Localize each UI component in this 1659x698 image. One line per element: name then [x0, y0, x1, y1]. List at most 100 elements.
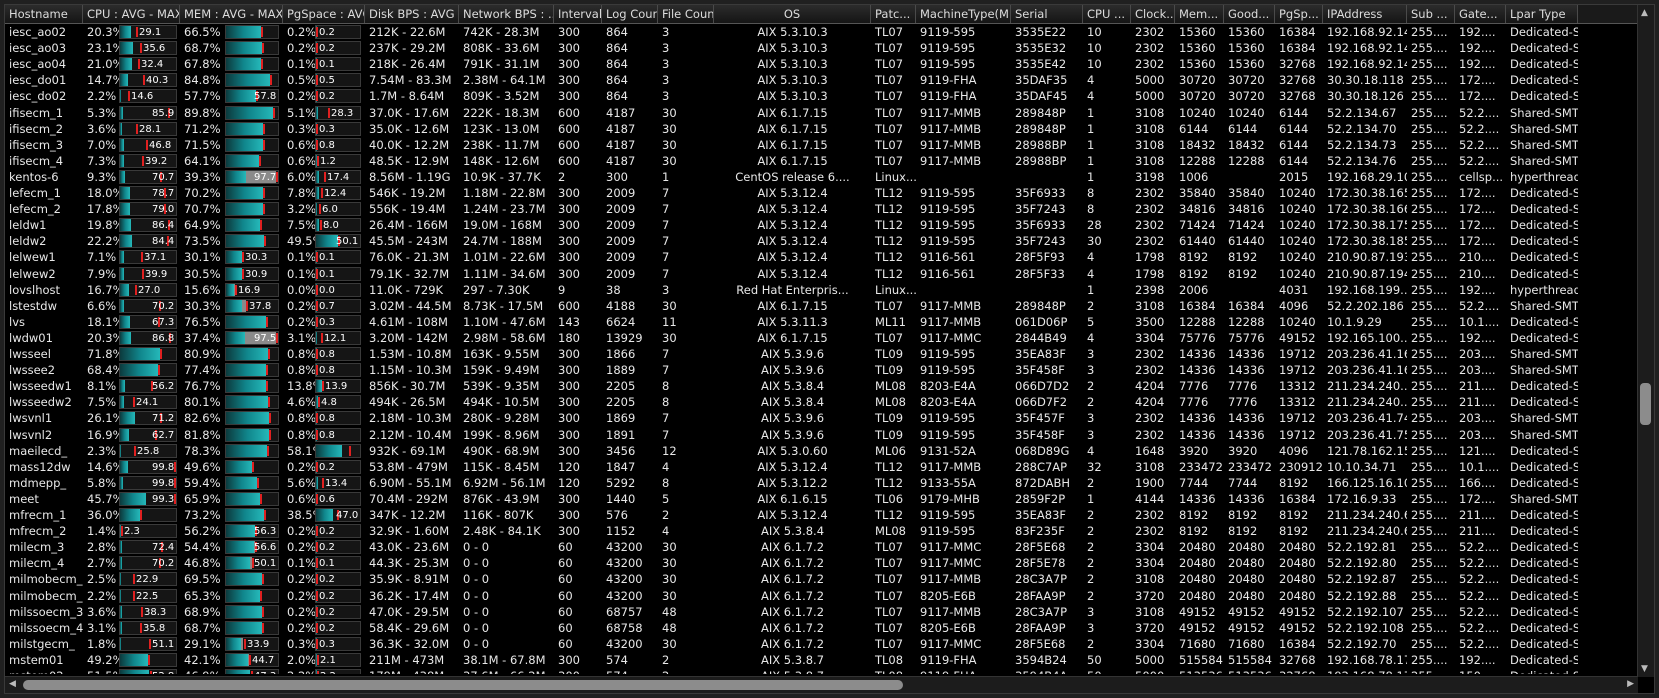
column-header-gate[interactable]: Gate...	[1455, 5, 1506, 23]
column-header-good[interactable]: Good...	[1224, 5, 1275, 23]
cell-clock: 4144	[1135, 492, 1165, 506]
table-row[interactable]: iesc_do02 2.2% 14.6 57.7% 57.8 0.2% 0.2 1.7M - …	[5, 88, 1638, 104]
column-header-sub[interactable]: Sub ...	[1407, 5, 1455, 23]
table-row[interactable]: lelwew1 7.1% 37.1 30.1% 30.3 0.1% 0.1 76.0K - 2…	[5, 249, 1638, 265]
cell-file: 3	[662, 73, 670, 87]
table-row[interactable]: mfrecm_2 1.4% 2.3 56.2% 56.3 0.2% 0.2 32.9K - 1…	[5, 523, 1638, 539]
table-row[interactable]: milecm_4 2.7% 70.2 46.8% 50.1 0.1% 0.1 44.3K - …	[5, 555, 1638, 571]
table-row[interactable]: mstem01 49.2% 42.1% 44.7 2.0% 2.1 211M - 473M 3…	[5, 652, 1638, 668]
cell-lpar: hyperthreads:0	[1510, 170, 1578, 184]
column-header-patch[interactable]: Patc...	[871, 5, 916, 23]
cell-patch: TL06	[875, 492, 904, 506]
table-row[interactable]: maeilecd_ 2.3% 25.8 78.3% 58.1% 932K - 69.1M 4…	[5, 443, 1638, 459]
cell-disk: 43.0K - 23.6M	[369, 540, 450, 554]
cell-int: 600	[558, 122, 580, 136]
column-header-os[interactable]: OS	[714, 5, 871, 23]
horizontal-scrollbar[interactable]: ◀ ▶	[5, 676, 1638, 693]
table-row[interactable]: lwsvnl1 26.1% 71.2 82.6% 0.8% 0.8 2.18M - 10.3…	[5, 410, 1638, 426]
cell-patch: TL07	[875, 331, 904, 345]
table-row[interactable]: meet 45.7% 99.3 65.9% 0.6% 0.6 70.4M - 292M 876…	[5, 491, 1638, 507]
table-row[interactable]: ifisecm_3 7.0% 46.8 71.5% 0.6% 0.8 40.0K - 12.…	[5, 137, 1638, 153]
table-row[interactable]: iesc_ao02 20.3% 29.1 66.5% 0.2% 0.2 212K - 22.…	[5, 24, 1638, 40]
column-header-memt[interactable]: Mem...	[1175, 5, 1224, 23]
cpu-usage-bar: 35.6	[119, 41, 177, 55]
column-header-pgs[interactable]: PgSp...	[1275, 5, 1323, 23]
scroll-up-arrow-icon[interactable]: ▲	[1641, 7, 1648, 19]
server-table-body[interactable]: iesc_ao02 20.3% 29.1 66.5% 0.2% 0.2 212K - 22.…	[5, 24, 1638, 674]
table-row[interactable]: ifisecm_2 3.6% 28.1 71.2% 0.3% 0.3 35.0K - 12.…	[5, 121, 1638, 137]
column-header-net[interactable]: Network BPS : ...	[459, 5, 554, 23]
table-row[interactable]: lwssee2 68.4% 77.4% 0.8% 0.8 1.15M - 10.3M 159…	[5, 362, 1638, 378]
table-row[interactable]: iesc_ao03 23.1% 35.6 68.7% 0.2% 0.2 237K - 29.…	[5, 40, 1638, 56]
column-header-lpar[interactable]: Lpar Type	[1506, 5, 1578, 23]
vertical-scrollbar[interactable]: ▲ ▼	[1637, 5, 1654, 677]
table-row[interactable]: milmobecm_1 2.5% 22.9 69.5% 0.2% 0.2 35.9K - 8…	[5, 571, 1638, 587]
pg-usage-bar: 0.0	[315, 283, 361, 297]
column-header-int[interactable]: Interval	[554, 5, 602, 23]
table-row[interactable]: mfrecm_1 36.0% 73.2% 38.5% 47.0 347K - 12.2M 1…	[5, 507, 1638, 523]
cell-patch: TL09	[875, 363, 904, 377]
table-row[interactable]: mass12dw 14.6% 99.8 49.6% 0.2% 0.2 53.8M - 479…	[5, 459, 1638, 475]
cell-cpun: 3	[1087, 363, 1095, 377]
cell-clock: 3108	[1135, 122, 1165, 136]
column-header-cpu[interactable]: CPU : AVG - MAX	[83, 5, 180, 23]
table-row[interactable]: lvs 18.1% 67.3 76.5% 0.2% 0.3 4.61M - 108M 1.10…	[5, 314, 1638, 330]
table-row[interactable]: leldw1 19.8% 86.4 64.9% 7.5% 8.0 26.4M - 166M 1…	[5, 217, 1638, 233]
column-header-ip[interactable]: IPAddress	[1323, 5, 1407, 23]
column-header-cpun[interactable]: CPU ...	[1083, 5, 1131, 23]
cell-sub: 255....	[1411, 572, 1448, 586]
scroll-down-arrow-icon[interactable]: ▼	[1641, 663, 1648, 675]
pg-max-value: 0.2	[319, 526, 335, 537]
server-monitor-grid-window: Hostname CPU : AVG - MAX MEM : AVG - MAX Pg…	[4, 4, 1655, 694]
pg-usage-bar: 0.1	[315, 250, 361, 264]
column-header-file[interactable]: File Count	[658, 5, 714, 23]
cpu-max-value: 99.8	[152, 462, 175, 473]
column-header-mach[interactable]: MachineType(M...	[916, 5, 1011, 23]
table-row[interactable]: lovslhost 16.7% 27.0 15.6% 16.9 0.0% 0.0 11.0K …	[5, 282, 1638, 298]
column-header-serial[interactable]: Serial	[1011, 5, 1083, 23]
table-row[interactable]: lwsvnl2 16.9% 62.7 81.8% 0.8% 0.8 2.12M - 10.4…	[5, 427, 1638, 443]
table-row[interactable]: lefecm_1 18.0% 78.7 70.2% 7.8% 12.4 546K - 19.…	[5, 185, 1638, 201]
cell-serial: 35EA83F	[1015, 347, 1067, 361]
pg-usage-bar: 0.6	[315, 492, 361, 506]
column-header-host[interactable]: Hostname	[5, 5, 83, 23]
table-row[interactable]: lstestdw 6.6% 70.2 30.3% 37.8 0.2% 0.7 3.02M - …	[5, 298, 1638, 314]
cell-log: 4187	[606, 138, 636, 152]
pg-max-value: 0.2	[319, 574, 335, 585]
column-header-disk[interactable]: Disk BPS : AVG ...	[365, 5, 459, 23]
table-row[interactable]: ifisecm_4 7.3% 39.2 64.1% 0.6% 1.2 48.5K - 12.…	[5, 153, 1638, 169]
scroll-left-arrow-icon[interactable]: ◀	[9, 678, 16, 690]
column-header-pg[interactable]: PgSpace : AVG ...	[283, 5, 365, 23]
table-row[interactable]: milssoecm_4 3.1% 35.8 68.7% 0.2% 0.2 58.4K - 2…	[5, 620, 1638, 636]
table-row[interactable]: kentos-6 9.3% 70.7 39.3% 97.7 6.0% 17.4 8.56M -…	[5, 169, 1638, 185]
vertical-scroll-thumb[interactable]	[1640, 383, 1651, 425]
table-row[interactable]: milmobecm_2 2.2% 22.5 65.3% 0.2% 0.2 36.2K - 1…	[5, 588, 1638, 604]
cell-pgs: 20480	[1279, 572, 1316, 586]
mem-meter-cell: 65.9%	[180, 491, 283, 507]
column-header-mem[interactable]: MEM : AVG - MAX	[180, 5, 283, 23]
cell-file: 30	[662, 122, 677, 136]
column-header-clock[interactable]: Clock...	[1131, 5, 1175, 23]
horizontal-scroll-thumb[interactable]	[23, 680, 903, 690]
table-row[interactable]: leldw2 22.2% 84.4 73.5% 49.5% 50.1 45.5M - 243…	[5, 233, 1638, 249]
cell-log: 864	[606, 89, 628, 103]
column-header-log[interactable]: Log Count	[602, 5, 658, 23]
table-row[interactable]: iesc_ao04 21.0% 32.4 67.8% 0.1% 0.1 218K - 26.…	[5, 56, 1638, 72]
table-row[interactable]: lwsseedw1 8.1% 56.2 76.7% 13.8% 13.9 856K - 30…	[5, 378, 1638, 394]
table-row[interactable]: ifisecm_1 5.3% 85.9 89.8% 5.1% 28.3 37.0K - 17…	[5, 105, 1638, 121]
cell-patch: TL08	[871, 668, 916, 674]
table-row[interactable]: lwsseel 71.8% 80.9% 0.8% 0.8 1.53M - 10.8M 163…	[5, 346, 1638, 362]
table-row[interactable]: lefecm_2 17.8% 79.0 70.7% 3.2% 6.0 556K - 19.4…	[5, 201, 1638, 217]
table-row[interactable]: lwsseedw2 7.5% 24.1 80.1% 4.6% 4.8 494K - 26.5…	[5, 394, 1638, 410]
table-row[interactable]: milssoecm_3 3.6% 38.3 68.9% 0.2% 0.2 47.0K - 2…	[5, 604, 1638, 620]
table-row[interactable]: lelwew2 7.9% 39.9 30.5% 30.9 0.1% 0.1 79.1K - 3…	[5, 266, 1638, 282]
table-row[interactable]: mstem0251.5%52.8 46.9% 47.3 2.2%2.2179M - 4…	[5, 668, 1638, 674]
table-row[interactable]: iesc_do01 14.7% 40.3 84.8% 0.5% 0.5 7.54M - 83…	[5, 72, 1638, 88]
scroll-right-arrow-icon[interactable]: ▶	[1627, 678, 1634, 690]
cell-ip: 192.168.92.146	[1327, 25, 1407, 39]
pg-max-value: 0.3	[319, 124, 335, 135]
table-row[interactable]: milecm_3 2.8% 72.4 54.4% 56.6 0.2% 0.2 43.0K - …	[5, 539, 1638, 555]
table-row[interactable]: milstgecm_ 1.8% 51.1 29.1% 33.9 0.3% 0.3 36.3K …	[5, 636, 1638, 652]
table-row[interactable]: lwdw01 20.3% 86.8 37.4% 97.5 3.1% 12.1 3.20M - …	[5, 330, 1638, 346]
table-row[interactable]: mdmepp_ 5.8% 99.8 59.4% 5.6% 13.4 6.90M - 55.1…	[5, 475, 1638, 491]
